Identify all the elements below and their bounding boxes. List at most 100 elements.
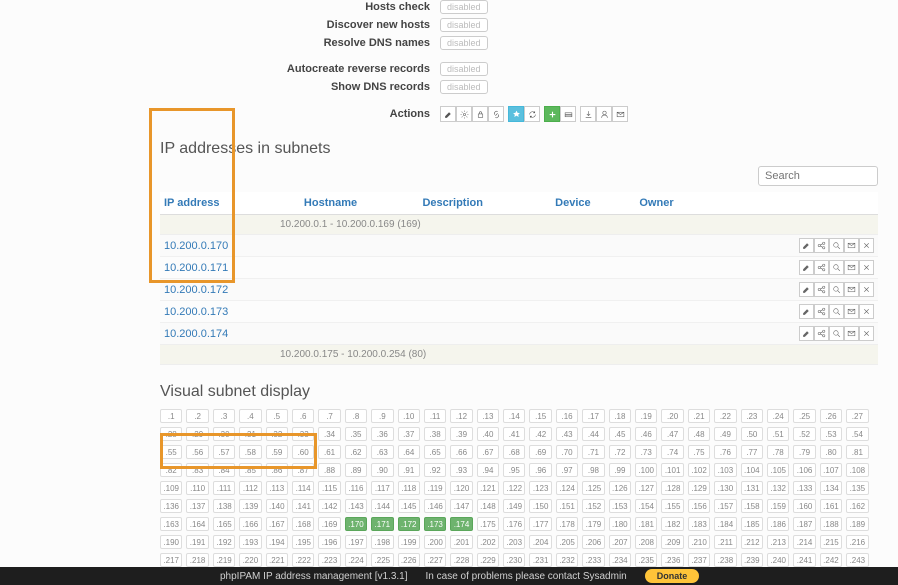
subnet-cell[interactable]: .98 bbox=[582, 463, 604, 477]
subnet-cell[interactable]: .192 bbox=[213, 535, 235, 549]
subnet-cell[interactable]: .116 bbox=[345, 481, 367, 495]
subnet-cell[interactable]: .83 bbox=[186, 463, 208, 477]
subnet-cell[interactable]: .103 bbox=[714, 463, 736, 477]
subnet-cell[interactable]: .84 bbox=[213, 463, 235, 477]
row-edit-button[interactable] bbox=[799, 282, 814, 297]
subnet-cell[interactable]: .174 bbox=[450, 517, 472, 531]
subnet-cell[interactable]: .156 bbox=[688, 499, 710, 513]
subnet-cell[interactable]: .78 bbox=[767, 445, 789, 459]
subnet-cell[interactable]: .58 bbox=[239, 445, 261, 459]
subnet-cell[interactable]: .197 bbox=[345, 535, 367, 549]
subnet-cell[interactable]: .183 bbox=[688, 517, 710, 531]
row-share-button[interactable] bbox=[814, 260, 829, 275]
subnet-cell[interactable]: .46 bbox=[635, 427, 657, 441]
subnet-cell[interactable]: .237 bbox=[688, 553, 710, 567]
row-share-button[interactable] bbox=[814, 238, 829, 253]
subnet-cell[interactable]: .118 bbox=[398, 481, 420, 495]
subnet-cell[interactable]: .235 bbox=[635, 553, 657, 567]
ip-link[interactable]: 10.200.0.171 bbox=[160, 257, 300, 279]
subnet-cell[interactable]: .29 bbox=[186, 427, 208, 441]
subnet-cell[interactable]: .12 bbox=[450, 409, 472, 423]
subnet-cell[interactable]: .170 bbox=[345, 517, 367, 531]
subnet-cell[interactable]: .202 bbox=[477, 535, 499, 549]
subnet-cell[interactable]: .126 bbox=[609, 481, 631, 495]
subnet-cell[interactable]: .108 bbox=[846, 463, 868, 477]
subnet-cell[interactable]: .155 bbox=[661, 499, 683, 513]
subnet-cell[interactable]: .19 bbox=[635, 409, 657, 423]
subnet-cell[interactable]: .24 bbox=[767, 409, 789, 423]
subnet-cell[interactable]: .181 bbox=[635, 517, 657, 531]
subnet-cell[interactable]: .129 bbox=[688, 481, 710, 495]
subnet-cell[interactable]: .95 bbox=[503, 463, 525, 477]
subnet-cell[interactable]: .88 bbox=[318, 463, 340, 477]
subnet-cell[interactable]: .209 bbox=[661, 535, 683, 549]
subnet-cell[interactable]: .203 bbox=[503, 535, 525, 549]
subnet-cell[interactable]: .22 bbox=[714, 409, 736, 423]
row-delete-button[interactable] bbox=[859, 304, 874, 319]
subnet-cell[interactable]: .124 bbox=[556, 481, 578, 495]
subnet-cell[interactable]: .77 bbox=[741, 445, 763, 459]
subnet-cell[interactable]: .72 bbox=[609, 445, 631, 459]
subnet-cell[interactable]: .243 bbox=[846, 553, 868, 567]
subnet-cell[interactable]: .49 bbox=[714, 427, 736, 441]
subnet-cell[interactable]: .32 bbox=[266, 427, 288, 441]
subnet-cell[interactable]: .161 bbox=[820, 499, 842, 513]
col-hostname[interactable]: Hostname bbox=[300, 192, 419, 215]
subnet-cell[interactable]: .68 bbox=[503, 445, 525, 459]
ip-link[interactable]: 10.200.0.172 bbox=[160, 279, 300, 301]
subnet-cell[interactable]: .228 bbox=[450, 553, 472, 567]
subnet-cell[interactable]: .230 bbox=[503, 553, 525, 567]
subnet-cell[interactable]: .7 bbox=[318, 409, 340, 423]
subnet-cell[interactable]: .33 bbox=[292, 427, 314, 441]
subnet-cell[interactable]: .175 bbox=[477, 517, 499, 531]
subnet-cell[interactable]: .110 bbox=[186, 481, 208, 495]
subnet-cell[interactable]: .31 bbox=[239, 427, 261, 441]
subnet-cell[interactable]: .71 bbox=[582, 445, 604, 459]
link-button[interactable] bbox=[488, 106, 504, 122]
subnet-cell[interactable]: .113 bbox=[266, 481, 288, 495]
mail-button[interactable] bbox=[612, 106, 628, 122]
subnet-cell[interactable]: .194 bbox=[266, 535, 288, 549]
subnet-cell[interactable]: .16 bbox=[556, 409, 578, 423]
subnet-cell[interactable]: .125 bbox=[582, 481, 604, 495]
row-delete-button[interactable] bbox=[859, 326, 874, 341]
subnet-cell[interactable]: .213 bbox=[767, 535, 789, 549]
subnet-cell[interactable]: .13 bbox=[477, 409, 499, 423]
subnet-cell[interactable]: .14 bbox=[503, 409, 525, 423]
subnet-cell[interactable]: .150 bbox=[529, 499, 551, 513]
subnet-cell[interactable]: .80 bbox=[820, 445, 842, 459]
subnet-cell[interactable]: .30 bbox=[213, 427, 235, 441]
subnet-cell[interactable]: .53 bbox=[820, 427, 842, 441]
row-search-button[interactable] bbox=[829, 304, 844, 319]
subnet-cell[interactable]: .204 bbox=[529, 535, 551, 549]
subnet-cell[interactable]: .200 bbox=[424, 535, 446, 549]
scan-button[interactable] bbox=[560, 106, 576, 122]
subnet-cell[interactable]: .102 bbox=[688, 463, 710, 477]
subnet-cell[interactable]: .21 bbox=[688, 409, 710, 423]
row-search-button[interactable] bbox=[829, 282, 844, 297]
lock-button[interactable] bbox=[472, 106, 488, 122]
subnet-cell[interactable]: .121 bbox=[477, 481, 499, 495]
subnet-cell[interactable]: .226 bbox=[398, 553, 420, 567]
subnet-cell[interactable]: .1 bbox=[160, 409, 182, 423]
add-button[interactable] bbox=[544, 106, 560, 122]
subnet-cell[interactable]: .151 bbox=[556, 499, 578, 513]
subnet-cell[interactable]: .141 bbox=[292, 499, 314, 513]
ip-link[interactable]: 10.200.0.174 bbox=[160, 323, 300, 345]
subnet-cell[interactable]: .227 bbox=[424, 553, 446, 567]
subnet-cell[interactable]: .27 bbox=[846, 409, 868, 423]
subnet-cell[interactable]: .229 bbox=[477, 553, 499, 567]
subnet-cell[interactable]: .136 bbox=[160, 499, 182, 513]
col-ip[interactable]: IP address bbox=[160, 192, 300, 215]
row-edit-button[interactable] bbox=[799, 304, 814, 319]
subnet-cell[interactable]: .205 bbox=[556, 535, 578, 549]
subnet-cell[interactable]: .134 bbox=[820, 481, 842, 495]
subnet-cell[interactable]: .148 bbox=[477, 499, 499, 513]
subnet-cell[interactable]: .107 bbox=[820, 463, 842, 477]
subnet-cell[interactable]: .69 bbox=[529, 445, 551, 459]
subnet-cell[interactable]: .15 bbox=[529, 409, 551, 423]
subnet-cell[interactable]: .211 bbox=[714, 535, 736, 549]
subnet-cell[interactable]: .242 bbox=[820, 553, 842, 567]
col-device[interactable]: Device bbox=[551, 192, 635, 215]
subnet-cell[interactable]: .163 bbox=[160, 517, 182, 531]
